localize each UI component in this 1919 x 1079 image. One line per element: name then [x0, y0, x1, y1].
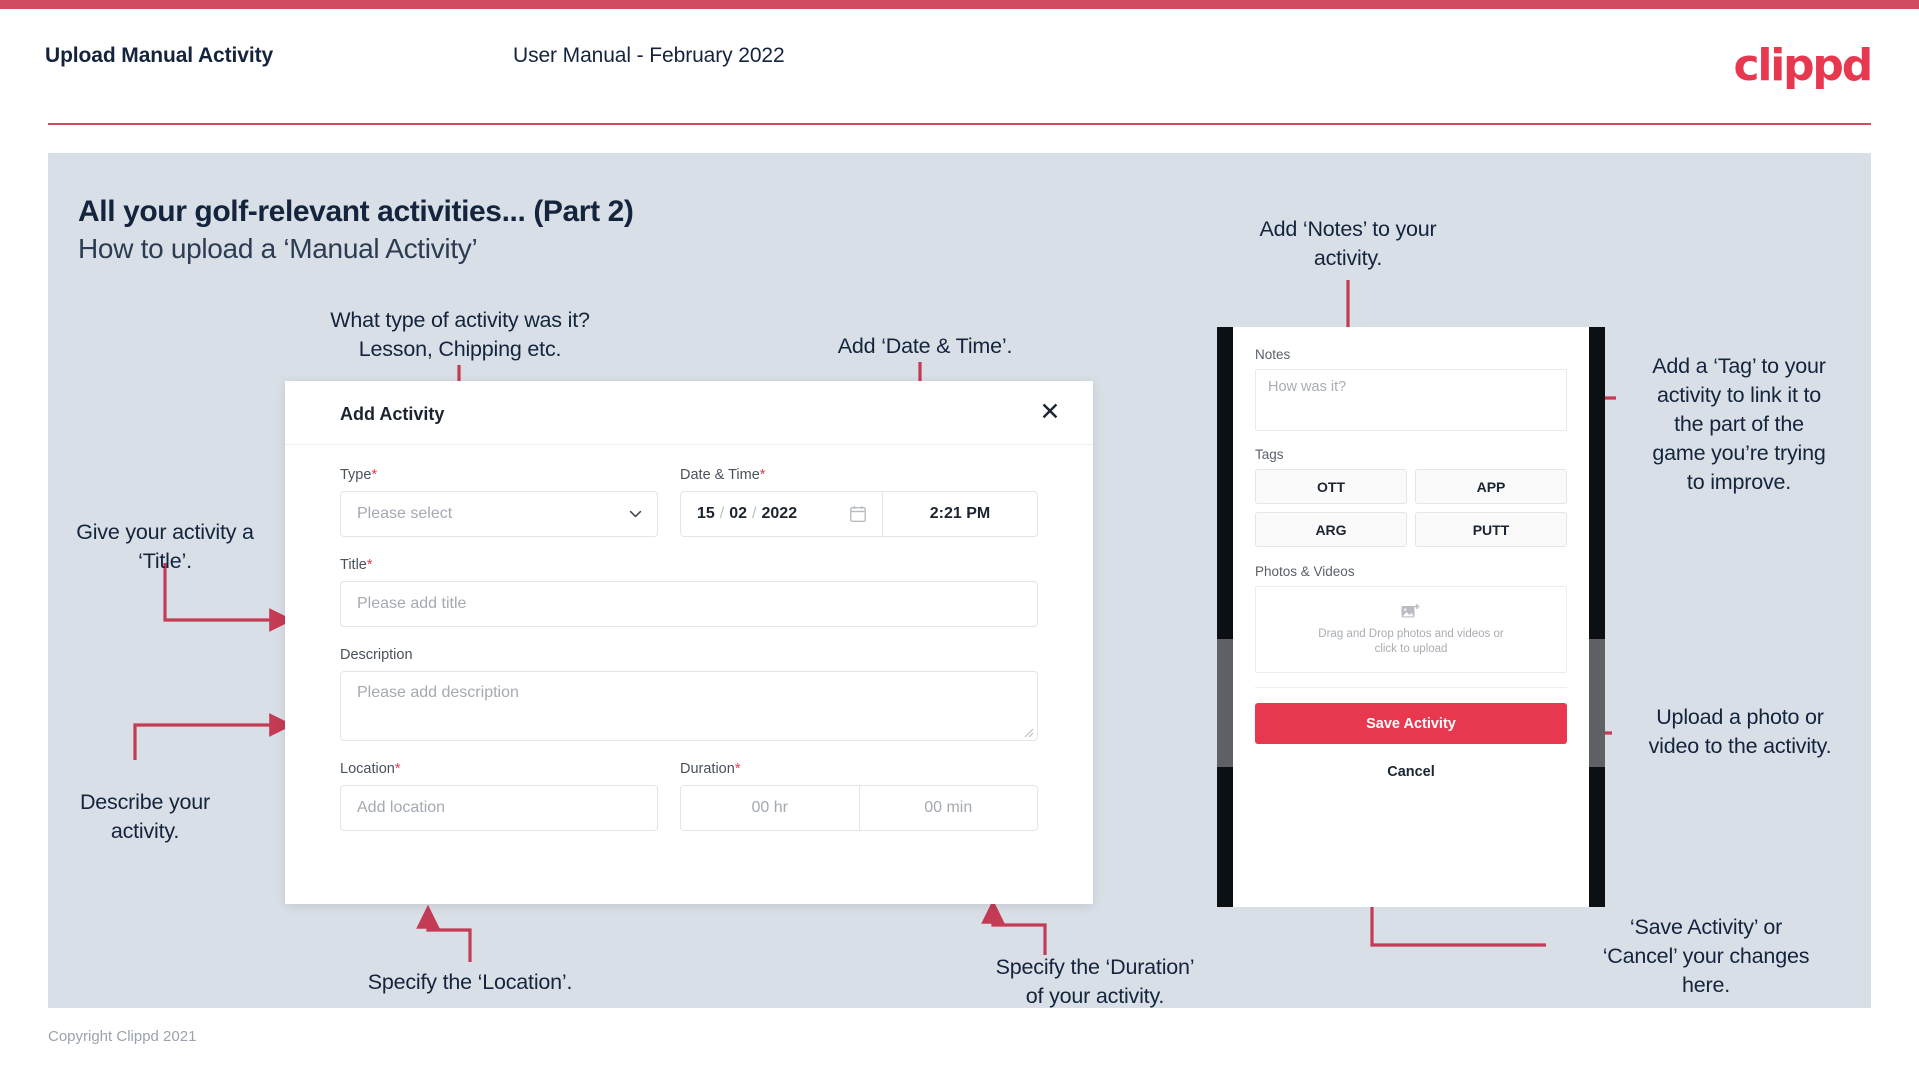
field-description: Description Please add description: [340, 647, 1038, 741]
date-time-group: 15 / 02 / 2022 2:21 PM: [680, 491, 1038, 537]
date-month: 02: [729, 505, 748, 522]
field-location: Location* Add location: [340, 761, 658, 831]
dialog-title: Add Activity: [340, 404, 445, 424]
type-select[interactable]: Please select: [340, 491, 658, 537]
close-icon[interactable]: ✕: [1033, 395, 1067, 429]
dropzone-text: Drag and Drop photos and videos or click…: [1318, 627, 1503, 657]
title-input[interactable]: Please add title: [340, 581, 1038, 627]
date-sep-2: /: [752, 505, 757, 522]
annotation-photos: Upload a photo or video to the activity.: [1648, 705, 1832, 758]
duration-label: Duration*: [680, 761, 741, 777]
header-divider: [48, 123, 1871, 125]
cancel-button[interactable]: Cancel: [1255, 764, 1567, 780]
calendar-icon[interactable]: [850, 506, 866, 523]
save-activity-button[interactable]: Save Activity: [1255, 703, 1567, 744]
phone-photos-label: Photos & Videos: [1255, 564, 1355, 579]
type-label: Type*: [340, 467, 378, 483]
dialog-header: Add Activity ✕: [285, 381, 1093, 445]
field-type: Type* Please select: [340, 467, 658, 537]
phone-bezel-left: [1217, 327, 1233, 907]
date-sep-1: /: [719, 505, 725, 522]
field-title: Title* Please add title: [340, 557, 1038, 627]
annotation-type: What type of activity was it? Lesson, Ch…: [330, 308, 590, 361]
type-select-value[interactable]: Please select: [340, 491, 658, 537]
chevron-down-icon: [629, 510, 642, 518]
row-type-datetime: Type* Please select Date & Time* 15 / 02…: [340, 445, 1038, 537]
phone-notes-input[interactable]: How was it?: [1255, 369, 1567, 431]
title-label: Title*: [340, 557, 373, 573]
slide-page: Upload Manual Activity User Manual - Feb…: [0, 0, 1919, 1079]
annotation-location: Specify the ‘Location’.: [367, 970, 573, 994]
dropzone-line-1: Drag and Drop photos and videos or: [1318, 627, 1504, 640]
duration-hours-input[interactable]: 00 hr: [681, 786, 859, 830]
slide-subtitle: How to upload a ‘Manual Activity’: [78, 233, 478, 264]
annotation-tags: Add a ‘Tag’ to your activity to link it …: [1652, 354, 1826, 494]
description-placeholder: Please add description: [357, 684, 519, 701]
time-input[interactable]: 2:21 PM: [883, 492, 1037, 536]
annotation-date-time: Add ‘Date & Time’.: [837, 334, 1013, 358]
location-label: Location*: [340, 761, 401, 777]
description-textarea[interactable]: Please add description: [340, 671, 1038, 741]
phone-tags-label: Tags: [1255, 447, 1284, 462]
tag-ott[interactable]: OTT: [1255, 469, 1407, 504]
duration-minutes-input[interactable]: 00 min: [858, 786, 1038, 830]
footer-copyright: Copyright Clippd 2021: [48, 1028, 197, 1045]
top-accent-bar: [0, 0, 1919, 9]
phone-upload-dropzone[interactable]: Drag and Drop photos and videos or click…: [1255, 586, 1567, 673]
date-day: 15: [697, 505, 715, 522]
dropzone-line-2: click to upload: [1374, 642, 1448, 655]
date-year: 2022: [761, 505, 798, 522]
dialog-body: Type* Please select Date & Time* 15 / 02…: [285, 445, 1093, 831]
date-time-label: Date & Time*: [680, 467, 766, 483]
tag-putt[interactable]: PUTT: [1415, 512, 1567, 547]
tag-app[interactable]: APP: [1415, 469, 1567, 504]
phone-mockup: Notes How was it? Tags OTT APP ARG PUTT …: [1217, 327, 1605, 907]
resize-grip-icon[interactable]: [1024, 728, 1034, 738]
phone-notes-label: Notes: [1255, 347, 1291, 362]
slide-title: All your golf-relevant activities... (Pa…: [78, 195, 634, 228]
field-duration: Duration* 00 hr 00 min: [680, 761, 1038, 831]
phone-divider: [1255, 687, 1567, 688]
date-input[interactable]: 15 / 02 / 2022: [681, 492, 883, 536]
annotation-notes: Add ‘Notes’ to your activity.: [1259, 217, 1437, 270]
annotation-save-cancel: ‘Save Activity’ or ‘Cancel’ your changes…: [1602, 915, 1810, 997]
clippd-logo: clippd: [1733, 40, 1873, 91]
description-label: Description: [340, 647, 413, 663]
row-location-duration: Location* Add location Duration* 00 hr 0…: [340, 761, 1038, 831]
phone-bezel-right-gray: [1589, 639, 1605, 767]
location-input[interactable]: Add location: [340, 785, 658, 831]
field-date-time: Date & Time* 15 / 02 / 2022 2:21 PM: [680, 467, 1038, 537]
annotation-description: Describe your activity.: [79, 790, 211, 843]
phone-tags-grid: OTT APP ARG PUTT: [1255, 469, 1567, 547]
header-center-title: User Manual - February 2022: [513, 44, 785, 67]
annotation-title: Give your activity a ‘Title’.: [76, 520, 254, 573]
duration-group: 00 hr 00 min: [680, 785, 1038, 831]
phone-bezel-left-gray: [1217, 639, 1233, 767]
header-left-title: Upload Manual Activity: [45, 44, 274, 67]
annotation-duration: Specify the ‘Duration’ of your activity.: [995, 955, 1195, 1008]
add-image-icon: [1401, 603, 1420, 617]
phone-bezel-right: [1589, 327, 1605, 907]
phone-screen: Notes How was it? Tags OTT APP ARG PUTT …: [1233, 327, 1589, 907]
add-activity-dialog: Add Activity ✕ Type* Please select Date …: [285, 381, 1093, 904]
tag-arg[interactable]: ARG: [1255, 512, 1407, 547]
